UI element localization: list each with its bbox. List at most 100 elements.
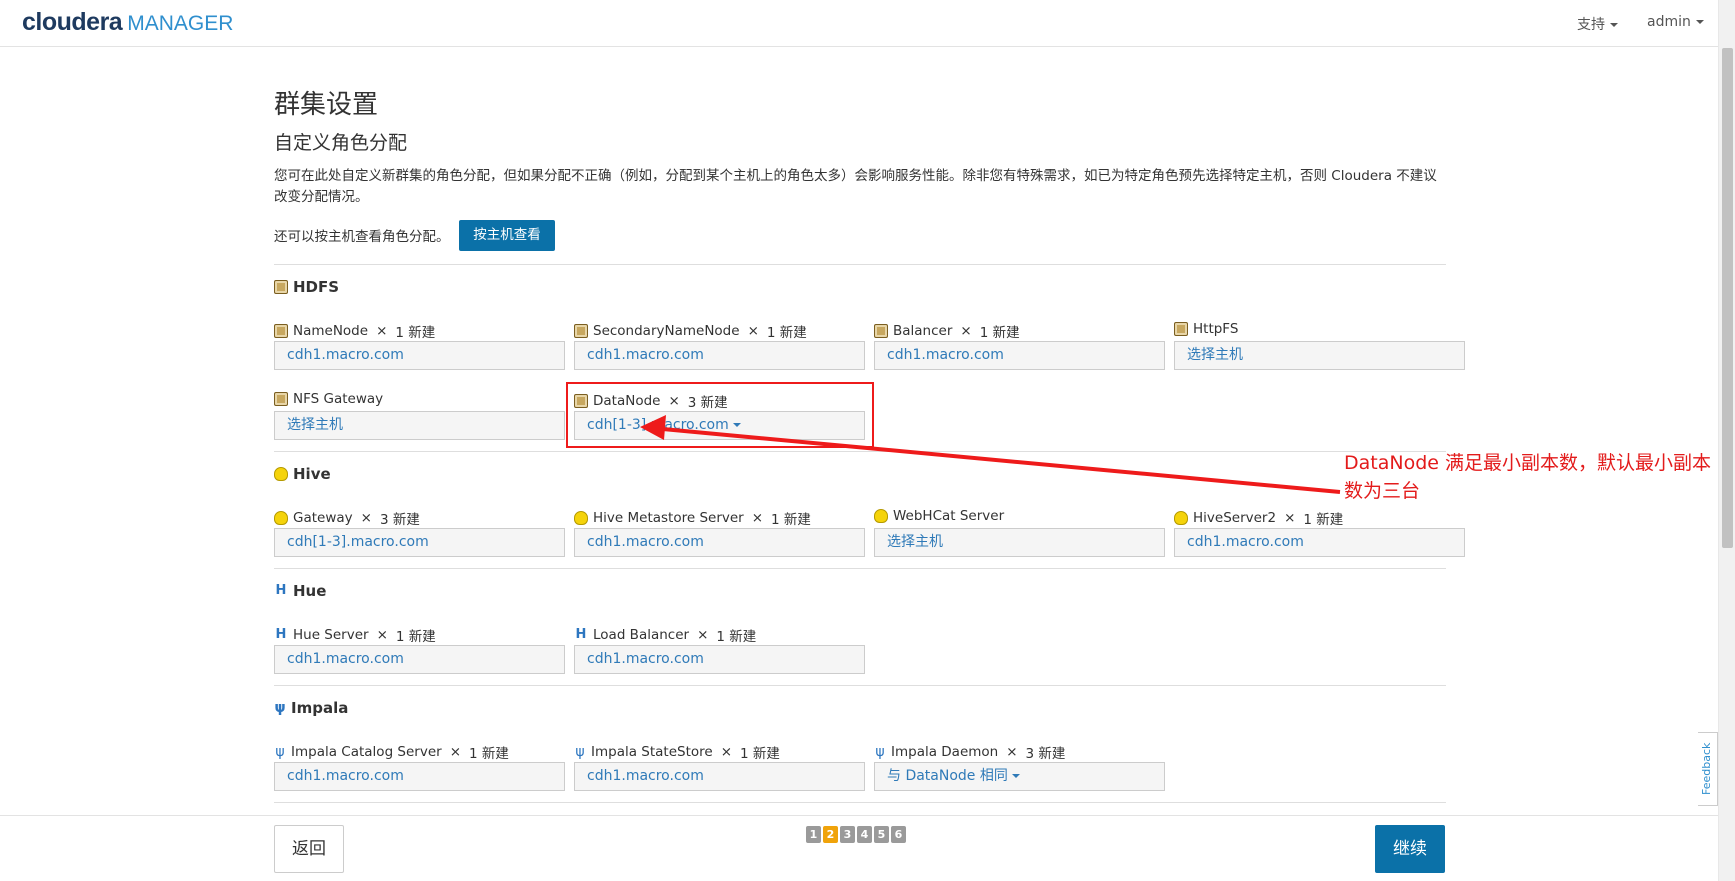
remove-role-icon[interactable]: × [450, 744, 461, 760]
role-label-hiveserver2: HiveServer2 × 1 新建 [1174, 508, 1343, 528]
role-host-select-nfs-gateway[interactable]: 选择主机 [274, 411, 565, 440]
wizard-footer [0, 815, 1718, 881]
divider [274, 568, 1446, 569]
remove-role-icon[interactable]: × [960, 323, 971, 339]
remove-role-icon[interactable]: × [377, 627, 388, 643]
support-menu[interactable]: 支持 [1577, 14, 1618, 34]
role-name: WebHCat Server [893, 508, 1005, 524]
continue-button[interactable]: 继续 [1375, 825, 1445, 873]
impala-icon: ψ [274, 700, 286, 716]
cloudera-manager-logo[interactable]: cloudera MANAGER [22, 8, 233, 38]
support-label: 支持 [1577, 17, 1605, 33]
remove-role-icon[interactable]: × [721, 744, 732, 760]
role-host-select-hiveserver2[interactable]: cdh1.macro.com [1174, 528, 1465, 557]
role-host-value: cdh1.macro.com [587, 534, 704, 550]
hdfs-icon [274, 324, 288, 338]
step-4[interactable]: 4 [857, 826, 872, 843]
step-6[interactable]: 6 [891, 826, 906, 843]
chevron-down-icon [1011, 774, 1020, 778]
vertical-scrollbar[interactable] [1718, 0, 1735, 881]
divider [274, 264, 1446, 265]
role-host-value: cdh1.macro.com [887, 347, 1004, 363]
feedback-tab[interactable]: Feedback [1698, 732, 1718, 806]
role-host-value: cdh1.macro.com [587, 651, 704, 667]
impala-icon: ψ [275, 744, 285, 760]
step-5[interactable]: 5 [874, 826, 889, 843]
role-label-nfs-gateway: NFS Gateway [274, 391, 383, 407]
role-label-httpfs: HttpFS [1174, 321, 1238, 337]
role-label-load-balancer: H Load Balancer × 1 新建 [574, 625, 757, 645]
role-host-select-namenode[interactable]: cdh1.macro.com [274, 341, 565, 370]
role-host-value: cdh1.macro.com [1187, 534, 1304, 550]
role-host-select-hue-server[interactable]: cdh1.macro.com [274, 645, 565, 674]
step-2[interactable]: 2 [823, 826, 838, 843]
service-title-hdfs: HDFS [274, 278, 339, 296]
impala-icon: ψ [875, 744, 885, 760]
hive-icon [1174, 511, 1188, 525]
hdfs-icon [274, 280, 288, 294]
service-title-hive: Hive [274, 465, 331, 483]
user-menu[interactable]: admin [1647, 14, 1704, 30]
role-count: 1 新建 [469, 746, 509, 762]
remove-role-icon[interactable]: × [748, 323, 759, 339]
role-label-hive-gateway: Gateway × 3 新建 [274, 508, 420, 528]
role-name: Impala Daemon [891, 744, 999, 760]
role-host-select-hive-gateway[interactable]: cdh[1-3].macro.com [274, 528, 565, 557]
page-subtitle: 自定义角色分配 [274, 132, 408, 154]
impala-icon: ψ [575, 744, 585, 760]
service-title-impala: ψ Impala [274, 699, 348, 717]
annotation-highlight-box [566, 382, 874, 448]
role-host-value: 选择主机 [1187, 347, 1243, 363]
role-host-value: cdh[1-3].macro.com [287, 534, 429, 550]
role-host-value: 选择主机 [887, 534, 943, 550]
view-by-host-button[interactable]: 按主机查看 [459, 220, 555, 251]
role-host-select-impala-catalog[interactable]: cdh1.macro.com [274, 762, 565, 791]
role-label-namenode: NameNode × 1 新建 [274, 321, 435, 341]
remove-role-icon[interactable]: × [1006, 744, 1017, 760]
role-count: 1 新建 [395, 629, 436, 645]
remove-role-icon[interactable]: × [697, 627, 708, 643]
role-host-select-impala-statestore[interactable]: cdh1.macro.com [574, 762, 865, 791]
page-title: 群集设置 [274, 90, 379, 120]
remove-role-icon[interactable]: × [1284, 510, 1295, 526]
role-host-select-load-balancer[interactable]: cdh1.macro.com [574, 645, 865, 674]
role-label-hive-metastore: Hive Metastore Server × 1 新建 [574, 508, 811, 528]
role-name: Load Balancer [593, 627, 690, 643]
hdfs-icon [574, 324, 588, 338]
scrollbar-thumb[interactable] [1722, 48, 1733, 548]
remove-role-icon[interactable]: × [361, 510, 372, 526]
role-host-select-hive-metastore[interactable]: cdh1.macro.com [574, 528, 865, 557]
role-count: 1 新建 [716, 629, 757, 645]
divider [274, 802, 1446, 803]
byhost-text: 还可以按主机查看角色分配。 [274, 229, 450, 245]
role-host-value: cdh1.macro.com [287, 768, 404, 784]
step-1[interactable]: 1 [806, 826, 821, 843]
role-label-balancer: Balancer × 1 新建 [874, 321, 1020, 341]
role-count: 3 新建 [1025, 746, 1066, 762]
remove-role-icon[interactable]: × [376, 323, 387, 339]
role-host-select-secondarynamenode[interactable]: cdh1.macro.com [574, 341, 865, 370]
role-host-select-webhcat[interactable]: 选择主机 [874, 528, 1165, 557]
role-host-select-balancer[interactable]: cdh1.macro.com [874, 341, 1165, 370]
wizard-steps: 1 2 3 4 5 6 [806, 826, 906, 843]
back-button[interactable]: 返回 [274, 825, 344, 873]
role-name: Gateway [293, 510, 353, 526]
role-host-select-httpfs[interactable]: 选择主机 [1174, 341, 1465, 370]
role-count: 1 新建 [1303, 512, 1344, 528]
service-name: HDFS [293, 278, 340, 296]
role-count: 3 新建 [379, 512, 420, 528]
step-3[interactable]: 3 [840, 826, 855, 843]
remove-role-icon[interactable]: × [752, 510, 763, 526]
role-name: NameNode [293, 323, 369, 339]
role-label-impala-statestore: ψ Impala StateStore × 1 新建 [574, 742, 780, 762]
hdfs-icon [874, 324, 888, 338]
chevron-down-icon [1695, 20, 1704, 24]
hive-icon [274, 511, 288, 525]
role-host-select-impala-daemon[interactable]: 与 DataNode 相同 [874, 762, 1165, 791]
hdfs-icon [1174, 322, 1188, 336]
role-count: 1 新建 [771, 512, 811, 528]
role-name: Impala StateStore [591, 744, 713, 760]
user-label: admin [1647, 14, 1691, 30]
annotation-text: DataNode 满足最小副本数，默认最小副本数为三台 [1344, 452, 1711, 502]
divider [274, 685, 1446, 686]
